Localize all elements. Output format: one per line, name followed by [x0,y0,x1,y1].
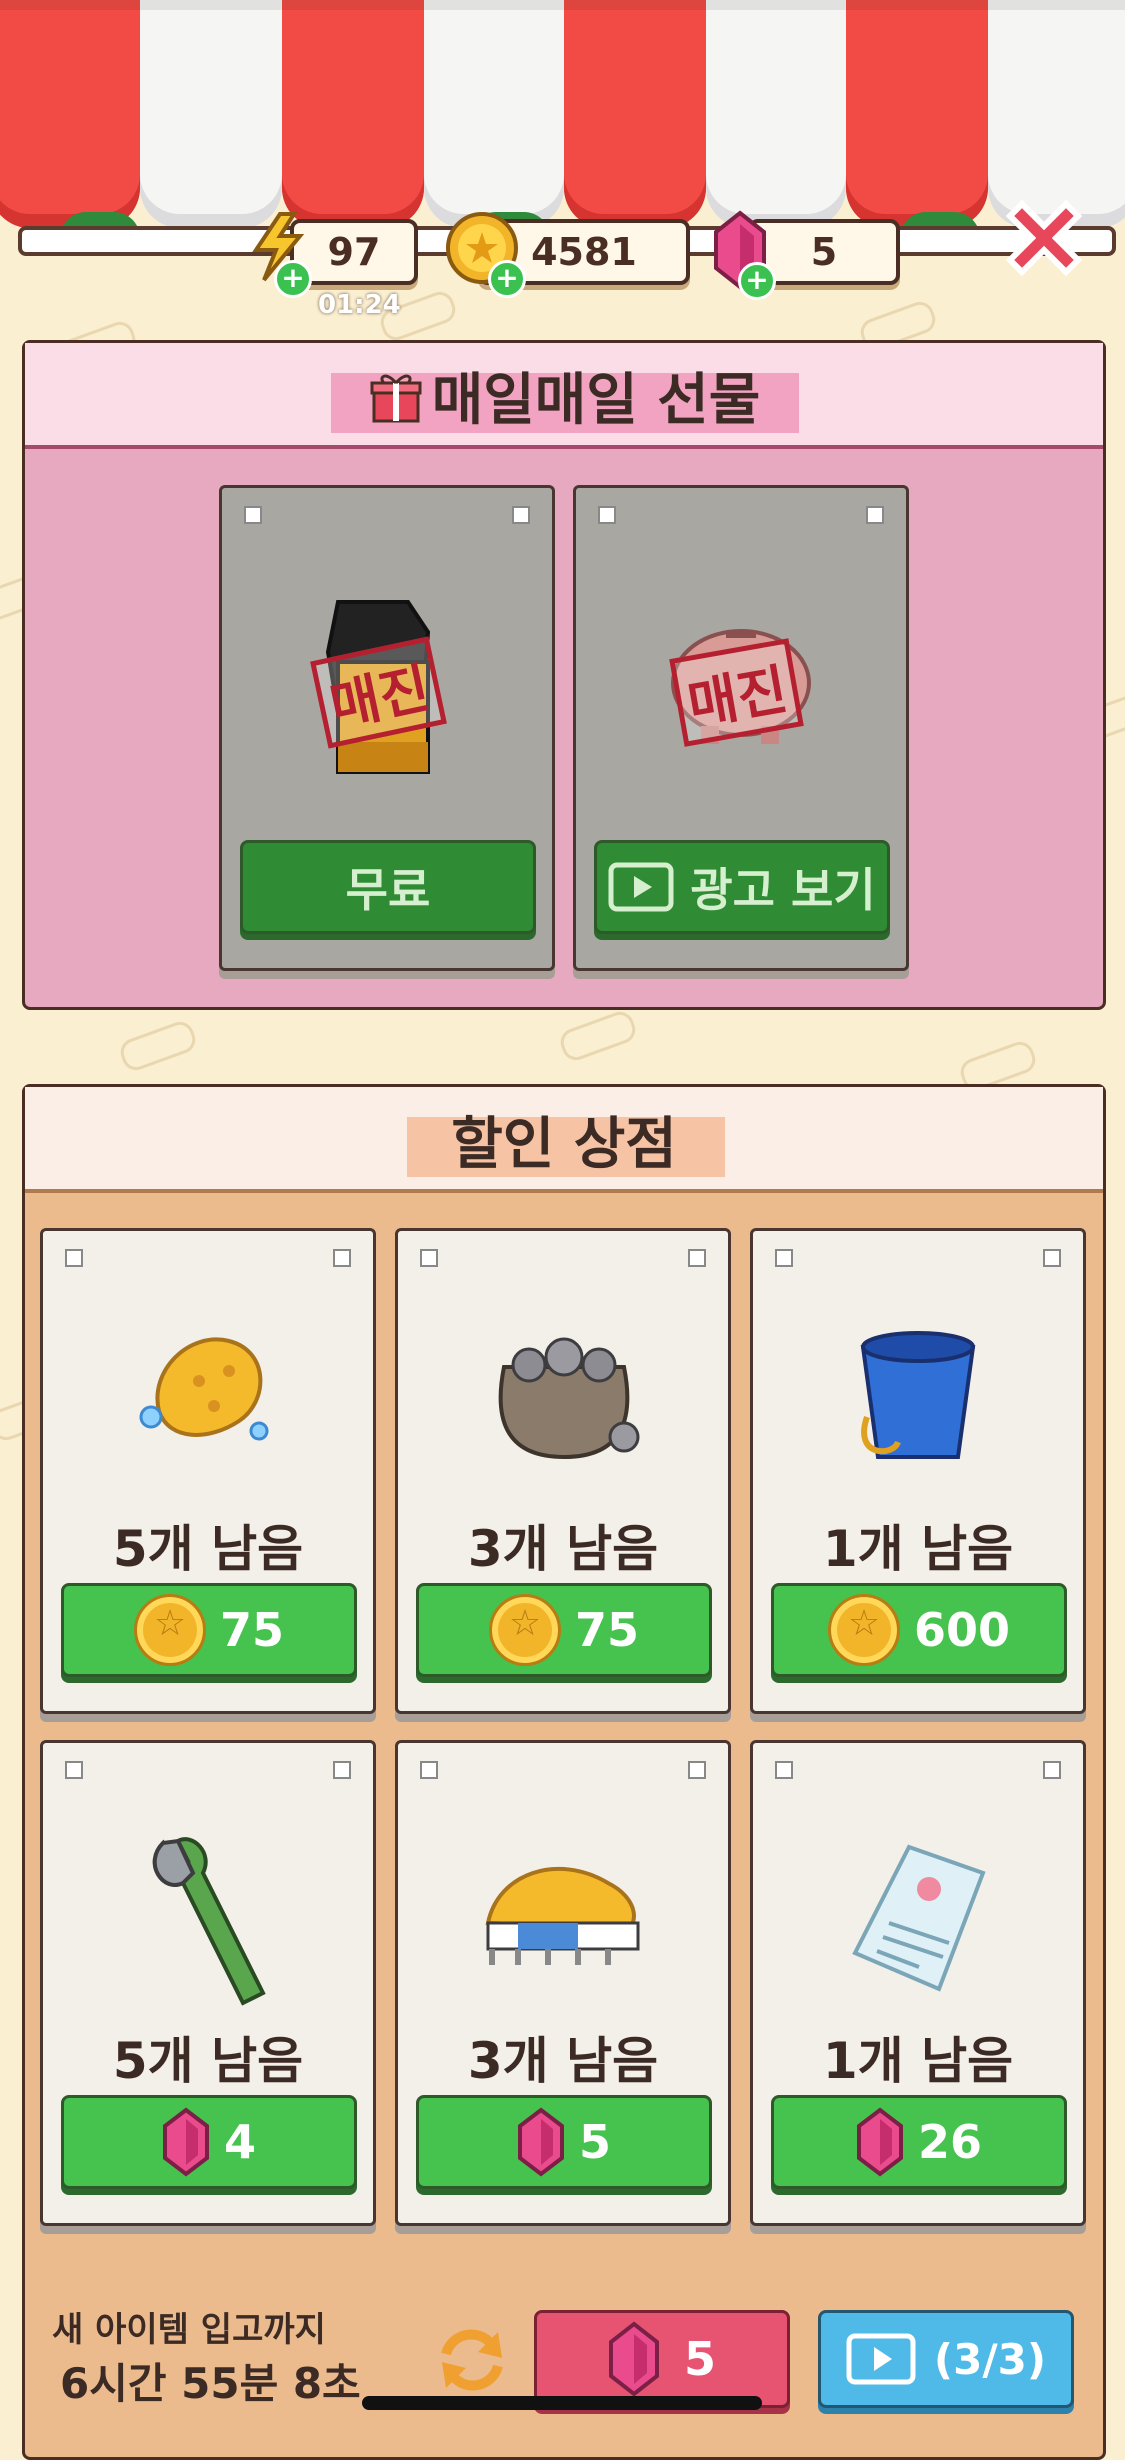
shop-item-card[interactable]: 1개 남음 26 [750,1740,1086,2226]
refresh-icon [441,2329,503,2391]
gift-card: 매진 무료 [219,485,555,971]
shop-item-card[interactable]: 5개 남음 4 [40,1740,376,2226]
wrench-icon [152,1837,266,2006]
remaining-count: 3개 남음 [467,2032,659,2090]
buy-button[interactable]: 4 [61,2095,357,2189]
price: 75 [219,1603,284,1657]
buy-button[interactable]: 75 [416,1583,712,1677]
ad-refresh-count: (3/3) [933,2334,1047,2384]
restock-label: 새 아이템 입고까지 [52,2310,326,2350]
play-ad-icon [608,862,674,912]
watch-ad-button[interactable]: 광고 보기 [594,840,890,934]
refresh-shop-button[interactable]: 5 [534,2310,790,2408]
shop-awning [0,0,1125,230]
stone-sack-icon [498,1337,640,1460]
price: 4 [223,2115,256,2169]
buy-button[interactable]: 75 [61,1583,357,1677]
free-gift-button[interactable]: 무료 [240,840,536,934]
home-indicator[interactable] [362,2396,762,2410]
shop-item-card[interactable]: 3개 남음 75 [395,1228,731,1714]
restock-timer: 6시간 55분 8초 [60,2359,361,2408]
coin-value: 4581 [531,230,637,274]
free-gift-label: 무료 [345,863,431,917]
energy-timer: 01:24 [318,290,401,320]
price: 5 [578,2115,611,2169]
price: 600 [913,1603,1011,1657]
daily-gift-panel: 매일매일 선물 매진 무료 매진 광고 보기 [22,340,1106,1010]
buy-button[interactable]: 26 [771,2095,1067,2189]
gem-icon [856,2107,903,2177]
gift-card: 매진 광고 보기 [573,485,909,971]
shop-item-card[interactable]: 1개 남음 600 [750,1228,1086,1714]
buy-button[interactable]: 600 [771,1583,1067,1677]
remaining-count: 1개 남음 [822,1520,1014,1578]
coin-icon [133,1594,206,1666]
daily-gift-title-text: 매일매일 선물 [431,368,761,433]
refresh-price: 5 [683,2332,716,2386]
daily-gift-title: 매일매일 선물 [25,355,1103,436]
coin-icon [488,1594,561,1666]
ad-refresh-button[interactable]: (3/3) [818,2310,1074,2408]
bucket-icon [860,1331,976,1459]
remaining-count: 3개 남음 [467,1520,659,1578]
remaining-count: 5개 남음 [112,2032,304,2090]
shop-item-card[interactable]: 3개 남음 5 [395,1740,731,2226]
buy-button[interactable]: 5 [416,2095,712,2189]
price: 26 [917,2115,982,2169]
add-gems-button[interactable]: + [738,262,776,300]
brush-icon [485,1867,640,1965]
close-icon[interactable] [996,190,1092,286]
discount-shop-title: 할인 상점 [451,1112,677,1177]
gift-icon [370,374,422,423]
coin-icon [827,1594,900,1666]
price: 75 [574,1603,639,1657]
receipt-icon [852,1844,986,1992]
shop-item-card[interactable]: 5개 남음 75 [40,1228,376,1714]
sponge-icon [139,1337,269,1441]
gem-icon [517,2107,564,2177]
remaining-count: 1개 남음 [822,2032,1014,2090]
gem-icon [608,2321,659,2397]
gem-icon [162,2107,209,2177]
watch-ad-label: 광고 보기 [690,863,876,917]
add-coins-button[interactable]: + [488,260,526,298]
energy-value: 97 [327,230,381,274]
gem-value: 5 [810,230,838,274]
remaining-count: 5개 남음 [112,1520,304,1578]
add-energy-button[interactable]: + [274,260,312,298]
play-ad-icon [846,2333,916,2385]
